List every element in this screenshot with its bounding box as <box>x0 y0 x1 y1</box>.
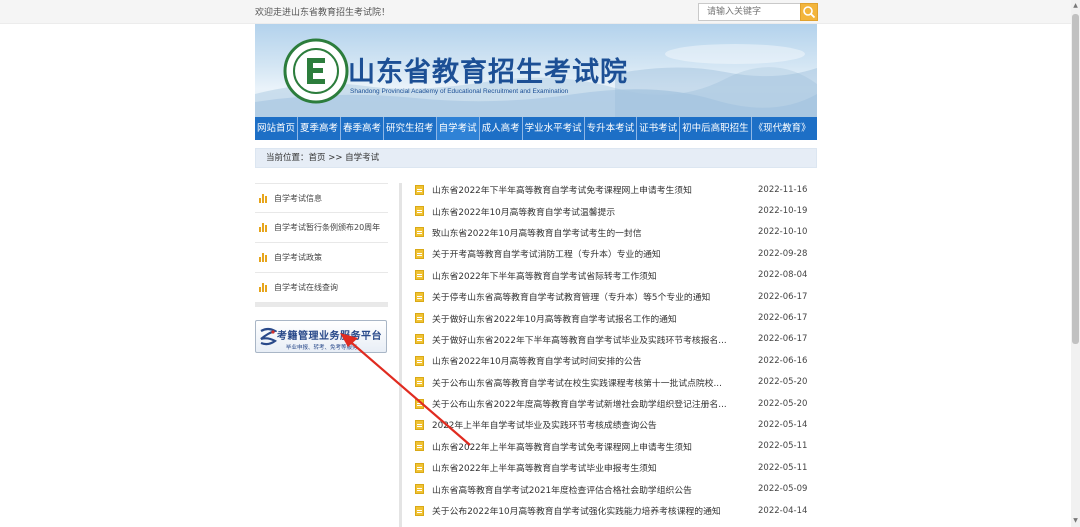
news-title[interactable]: 山东省高等教育自学考试2021年度检查评估合格社会助学组织公告 <box>432 483 752 496</box>
news-title[interactable]: 山东省2022年上半年高等教育自学考试毕业申报考生须知 <box>432 461 752 474</box>
nav-certificate-exam[interactable]: 证书考试 <box>637 117 679 140</box>
bar-chart-icon <box>259 283 268 292</box>
site-title: 山东省教育招生考试院 <box>348 57 628 88</box>
news-title[interactable]: 关于做好山东省2022年下半年高等教育自学考试毕业及实践环节考核报名... <box>432 333 752 346</box>
sidebar-item-regulation-anniversary[interactable]: 自学考试暂行条例颁布20周年 <box>255 213 388 243</box>
document-icon <box>415 206 424 217</box>
list-item[interactable]: 关于开考高等教育自学考试消防工程（专升本）专业的通知 2022-09-28 <box>415 243 815 264</box>
news-date: 2022-06-17 <box>758 334 808 345</box>
news-title[interactable]: 致山东省2022年10月高等教育自学考试考生的一封信 <box>432 226 752 239</box>
nav-upgrade-exam[interactable]: 专升本考试 <box>585 117 637 140</box>
news-title[interactable]: 关于公布山东省高等教育自学考试在校生实践课程考核第十一批试点院校... <box>432 376 752 389</box>
news-date: 2022-10-10 <box>758 227 808 238</box>
document-icon <box>415 462 424 473</box>
list-item[interactable]: 山东省2022年上半年高等教育自学考试毕业申报考生须知 2022-05-11 <box>415 457 815 478</box>
news-title[interactable]: 关于做好山东省2022年10月高等教育自学考试报名工作的通知 <box>432 312 752 325</box>
document-icon <box>415 248 424 259</box>
news-date: 2022-06-17 <box>758 291 808 302</box>
nav-graduate-exam[interactable]: 研究生招考 <box>384 117 436 140</box>
news-date: 2022-05-20 <box>758 398 808 409</box>
list-item[interactable]: 关于公布2022年10月高等教育自学考试强化实践能力培养考核课程的通知 2022-… <box>415 500 815 521</box>
document-icon <box>415 184 424 195</box>
nav-spring-exam[interactable]: 春季高考 <box>341 117 383 140</box>
sidebar-item-exam-info[interactable]: 自学考试信息 <box>255 183 388 213</box>
list-item[interactable]: 山东省2022年10月高等教育自学考试温馨提示 2022-10-19 <box>415 200 815 221</box>
sidebar-item-online-query[interactable]: 自学考试在线查询 <box>255 273 388 303</box>
document-icon <box>415 270 424 281</box>
news-title[interactable]: 关于停考山东省高等教育自学考试教育管理（专升本）等5个专业的通知 <box>432 290 752 303</box>
news-title[interactable]: 山东省2022年下半年高等教育自学考试省际转考工作须知 <box>432 269 752 282</box>
news-date: 2022-06-17 <box>758 313 808 324</box>
list-item[interactable]: 山东省2022年下半年高等教育自学考试省际转考工作须知 2022-08-04 <box>415 265 815 286</box>
news-title[interactable]: 山东省2022年10月高等教育自学考试温馨提示 <box>432 205 752 218</box>
list-item[interactable]: 山东省2022年下半年高等教育自学考试免考课程网上申请考生须知 2022-11-1… <box>415 179 815 200</box>
nav-vocational-admission[interactable]: 初中后高职招生 <box>680 117 751 140</box>
list-item[interactable]: 关于做好山东省2022年10月高等教育自学考试报名工作的通知 2022-06-17 <box>415 307 815 328</box>
annotation-arrow <box>340 333 471 446</box>
list-item[interactable]: 关于停考山东省高等教育自学考试教育管理（专升本）等5个专业的通知 2022-06-… <box>415 286 815 307</box>
bar-chart-icon <box>259 193 268 203</box>
news-date: 2022-11-16 <box>758 184 808 195</box>
breadcrumb: 当前位置：首页 >> 自学考试 <box>255 148 817 168</box>
document-icon <box>415 484 424 495</box>
site-title-en: Shandong Provincial Academy of Education… <box>350 88 569 95</box>
search-icon <box>803 6 816 19</box>
news-date: 2022-06-16 <box>758 355 808 366</box>
welcome-text: 欢迎走进山东省教育招生考试院！ <box>255 8 391 18</box>
scrollbar-thumb[interactable] <box>1072 14 1079 344</box>
nav-adult-exam[interactable]: 成人高考 <box>480 117 522 140</box>
nav-proficiency-exam[interactable]: 学业水平考试 <box>523 117 584 140</box>
news-title[interactable]: 关于开考高等教育自学考试消防工程（专升本）专业的通知 <box>432 247 752 260</box>
document-icon <box>415 291 424 302</box>
news-date: 2022-05-14 <box>758 419 808 430</box>
document-icon <box>415 505 424 516</box>
nav-home[interactable]: 网站首页 <box>255 117 297 140</box>
scroll-up-icon[interactable]: ▲ <box>1072 2 1079 10</box>
list-item[interactable]: 山东省高等教育自学考试2021年度检查评估合格社会助学组织公告 2022-05-0… <box>415 478 815 499</box>
platform-logo-icon <box>260 327 277 346</box>
nav-self-study-exam[interactable]: 自学考试 <box>436 117 479 140</box>
news-date: 2022-04-14 <box>758 505 808 516</box>
sidebar-divider <box>255 303 388 307</box>
news-title[interactable]: 关于公布2022年10月高等教育自学考试强化实践能力培养考核课程的通知 <box>432 504 752 517</box>
list-item[interactable]: 致山东省2022年10月高等教育自学考试考生的一封信 2022-10-10 <box>415 222 815 243</box>
news-date: 2022-08-04 <box>758 270 808 281</box>
nav-summer-exam[interactable]: 夏季高考 <box>298 117 340 140</box>
academy-logo <box>283 38 349 104</box>
nav-modern-education[interactable]: 《现代教育》 <box>752 117 813 140</box>
search-input[interactable] <box>698 3 801 21</box>
document-icon <box>415 227 424 238</box>
search-button[interactable] <box>800 3 818 21</box>
site-banner: 山东省教育招生考试院 Shandong Provincial Academy o… <box>255 24 817 117</box>
news-date: 2022-10-19 <box>758 206 808 217</box>
news-date: 2022-09-28 <box>758 248 808 259</box>
main-nav: 网站首页 夏季高考 春季高考 研究生招考 自学考试 成人高考 学业水平考试 专升… <box>255 117 817 140</box>
top-bar: 欢迎走进山东省教育招生考试院！ <box>0 0 1080 24</box>
news-date: 2022-05-20 <box>758 377 808 388</box>
news-title[interactable]: 关于公布山东省2022年度高等教育自学考试新增社会助学组织登记注册名... <box>432 397 752 410</box>
bar-chart-icon <box>259 223 268 232</box>
scroll-down-icon[interactable]: ▼ <box>1072 517 1079 525</box>
sidebar-item-exam-policy[interactable]: 自学考试政策 <box>255 243 388 273</box>
sidebar-item-label: 自学考试信息 <box>274 193 322 203</box>
news-title[interactable]: 2022年上半年自学考试毕业及实践环节考核成绩查询公告 <box>432 418 752 431</box>
news-date: 2022-05-09 <box>758 484 808 495</box>
sidebar: 自学考试信息 自学考试暂行条例颁布20周年 自学考试政策 自学考试在线查询 <box>255 183 388 307</box>
bar-chart-icon <box>259 253 268 262</box>
news-date: 2022-05-11 <box>758 441 808 452</box>
document-icon <box>415 313 424 324</box>
news-title[interactable]: 山东省2022年上半年高等教育自学考试免考课程网上申请考生须知 <box>432 440 752 453</box>
sidebar-item-label: 自学考试政策 <box>274 253 322 262</box>
sidebar-item-label: 自学考试在线查询 <box>274 283 338 292</box>
news-title[interactable]: 山东省2022年10月高等教育自学考试时间安排的公告 <box>432 354 752 367</box>
news-date: 2022-05-11 <box>758 462 808 473</box>
news-title[interactable]: 山东省2022年下半年高等教育自学考试免考课程网上申请考生须知 <box>432 183 752 196</box>
sidebar-item-label: 自学考试暂行条例颁布20周年 <box>274 223 381 232</box>
